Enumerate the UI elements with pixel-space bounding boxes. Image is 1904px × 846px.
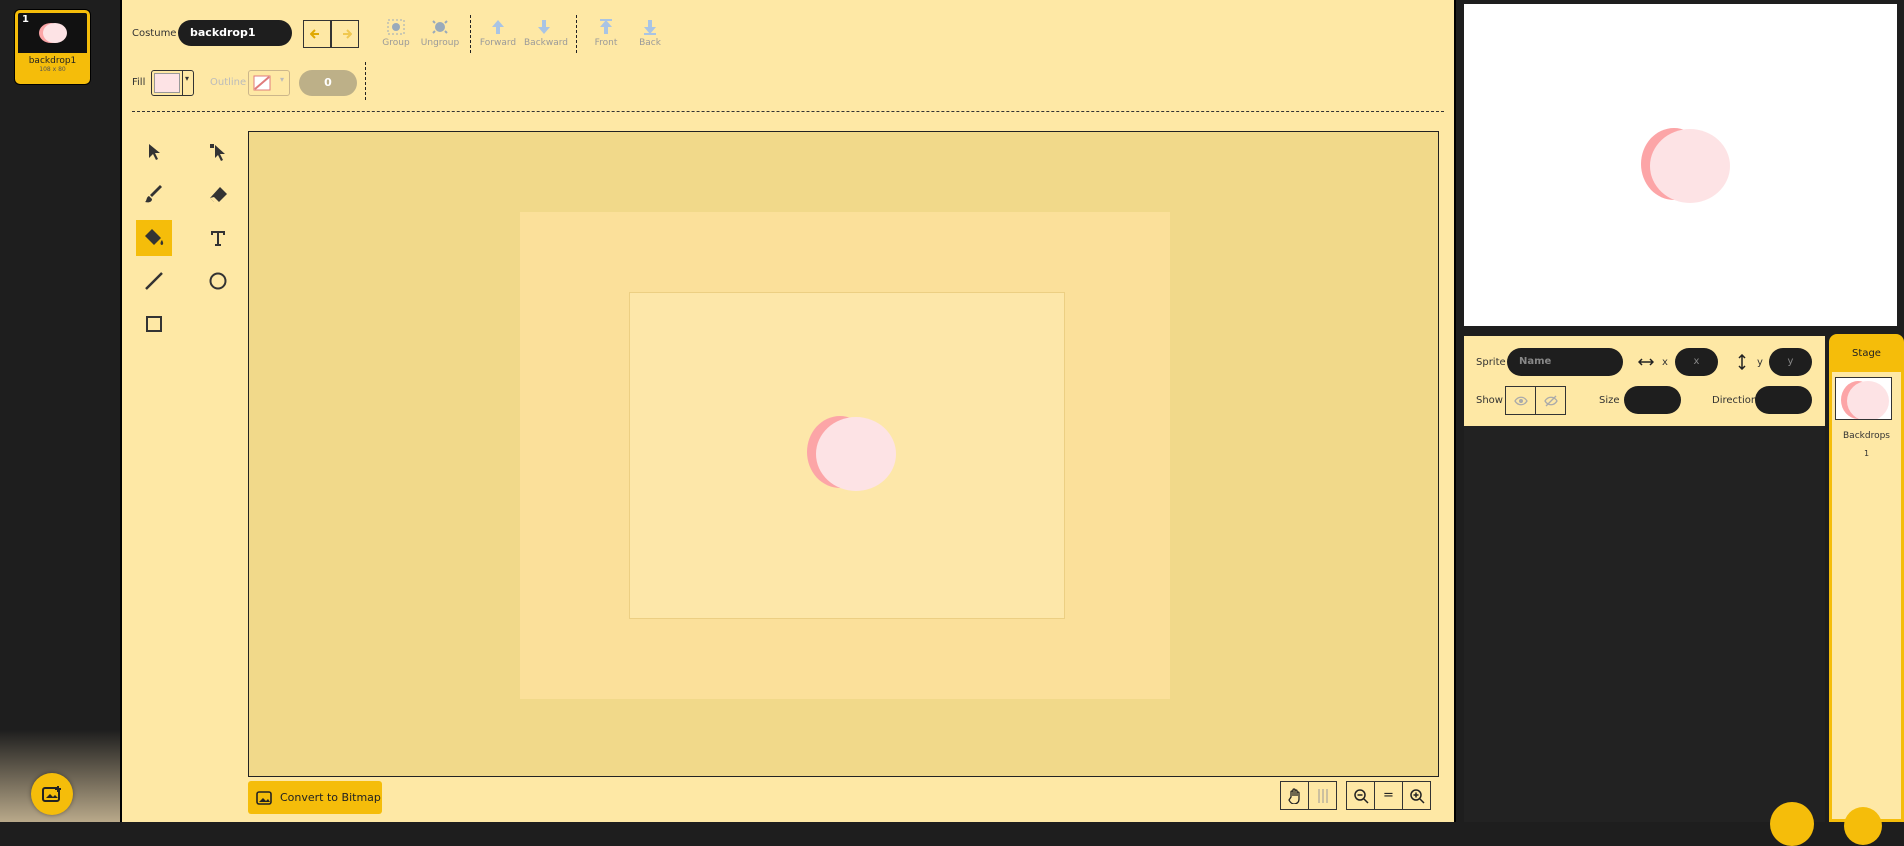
fill-tool[interactable]	[136, 220, 172, 256]
redo-button[interactable]	[331, 20, 359, 48]
hide-sprite-button[interactable]	[1535, 386, 1566, 415]
ruler-icon	[1318, 788, 1327, 803]
zoom-reset-icon: =	[1383, 788, 1394, 803]
reshape-tool[interactable]	[200, 134, 236, 170]
add-backdrop-stage-button[interactable]	[1844, 807, 1882, 845]
reshape-icon	[210, 144, 225, 161]
group-icon	[387, 19, 405, 35]
rectangle-icon	[146, 316, 162, 332]
outline-width-input[interactable]: 0	[299, 70, 357, 96]
backward-icon	[538, 20, 550, 34]
zoom-out-icon	[1353, 788, 1369, 804]
front-button[interactable]: Front	[586, 18, 626, 48]
backward-button[interactable]: Backward	[524, 18, 568, 48]
select-tool[interactable]	[136, 134, 172, 170]
backdrop-shape	[807, 416, 896, 491]
convert-to-bitmap-button[interactable]: Convert to Bitmap	[248, 781, 382, 814]
hand-icon	[1287, 787, 1300, 804]
back-icon	[644, 20, 656, 35]
text-icon	[211, 231, 225, 246]
x-arrows-icon	[1638, 358, 1654, 366]
chevron-down-icon: ▾	[280, 75, 285, 84]
eraser-icon	[210, 187, 227, 202]
costume-thumbnail	[18, 13, 87, 53]
back-button[interactable]: Back	[630, 18, 670, 48]
front-icon	[600, 19, 612, 34]
sprite-name-input[interactable]: Name	[1507, 348, 1623, 376]
image-add-icon	[42, 786, 61, 802]
rectangle-tool[interactable]	[136, 306, 172, 342]
costume-label: Costume	[132, 28, 177, 39]
sprite-info-panel: Sprite Name x x y y Show Size Direction	[1464, 336, 1825, 426]
chevron-down-icon: ▾	[185, 74, 190, 83]
text-tool[interactable]	[200, 220, 236, 256]
undo-icon	[310, 29, 319, 39]
stage-title: Stage	[1832, 337, 1901, 372]
stage-preview[interactable]	[1462, 2, 1899, 328]
costume-name-input[interactable]: backdrop1	[178, 20, 292, 46]
backdrops-count: 1	[1863, 449, 1870, 458]
brush-tool[interactable]	[136, 177, 172, 213]
show-label: Show	[1476, 395, 1503, 406]
forward-button[interactable]: Forward	[478, 18, 518, 48]
circle-icon	[209, 272, 227, 290]
ruler-button[interactable]	[1308, 781, 1337, 810]
group-button[interactable]: Group	[376, 18, 416, 48]
backdrops-label: Backdrops	[1843, 431, 1890, 441]
x-input[interactable]: x	[1675, 348, 1718, 376]
line-icon	[145, 272, 163, 290]
fill-icon	[145, 229, 164, 245]
hide-icon	[1543, 395, 1558, 406]
ungroup-icon	[432, 20, 448, 34]
circle-tool[interactable]	[200, 263, 236, 299]
stage-target-panel[interactable]: Stage Backdrops 1	[1829, 334, 1904, 845]
direction-label: Direction	[1712, 395, 1758, 406]
stage-thumbnail	[1835, 377, 1892, 420]
zoom-in-icon	[1409, 788, 1425, 804]
sprite-list-area	[1464, 426, 1825, 846]
fill-label: Fill	[132, 77, 146, 88]
add-backdrop-button[interactable]	[31, 773, 73, 815]
no-color-icon	[253, 75, 271, 91]
bitmap-icon	[256, 790, 272, 805]
forward-icon	[492, 20, 504, 34]
stage-backdrop-shape	[1641, 128, 1730, 203]
y-label: y	[1757, 357, 1763, 368]
show-sprite-button[interactable]	[1505, 386, 1536, 415]
select-icon	[149, 144, 160, 160]
fill-color-picker[interactable]: ▾	[151, 70, 194, 96]
ungroup-button[interactable]: Ungroup	[420, 18, 460, 48]
sprite-label: Sprite	[1476, 357, 1506, 368]
costume-size: 108 x 80	[39, 66, 66, 73]
x-label: x	[1662, 357, 1668, 368]
size-input[interactable]	[1624, 386, 1681, 414]
line-tool[interactable]	[136, 263, 172, 299]
paint-canvas[interactable]	[248, 131, 1439, 777]
hand-tool-button[interactable]	[1280, 781, 1309, 810]
outline-color-picker[interactable]: ▾	[248, 70, 290, 96]
undo-button[interactable]	[303, 20, 331, 48]
brush-icon	[145, 185, 162, 203]
add-sprite-button[interactable]	[1770, 802, 1814, 846]
costume-name: backdrop1	[28, 56, 77, 66]
zoom-out-button[interactable]	[1346, 781, 1375, 810]
show-icon	[1513, 396, 1528, 405]
direction-input[interactable]	[1755, 386, 1812, 414]
fill-swatch	[154, 73, 180, 93]
y-arrows-icon	[1738, 354, 1746, 370]
y-input[interactable]: y	[1769, 348, 1812, 376]
size-label: Size	[1599, 395, 1620, 406]
eraser-tool[interactable]	[200, 177, 236, 213]
costume-item[interactable]: 1 backdrop1 108 x 80	[15, 10, 90, 84]
costume-list: 1 backdrop1 108 x 80	[0, 0, 120, 822]
zoom-in-button[interactable]	[1402, 781, 1431, 810]
redo-icon	[343, 29, 352, 39]
zoom-reset-button[interactable]: =	[1374, 781, 1403, 810]
paint-editor: Costume backdrop1 Group Ungroup Forward …	[120, 0, 1456, 822]
outline-label: Outline	[210, 77, 247, 88]
